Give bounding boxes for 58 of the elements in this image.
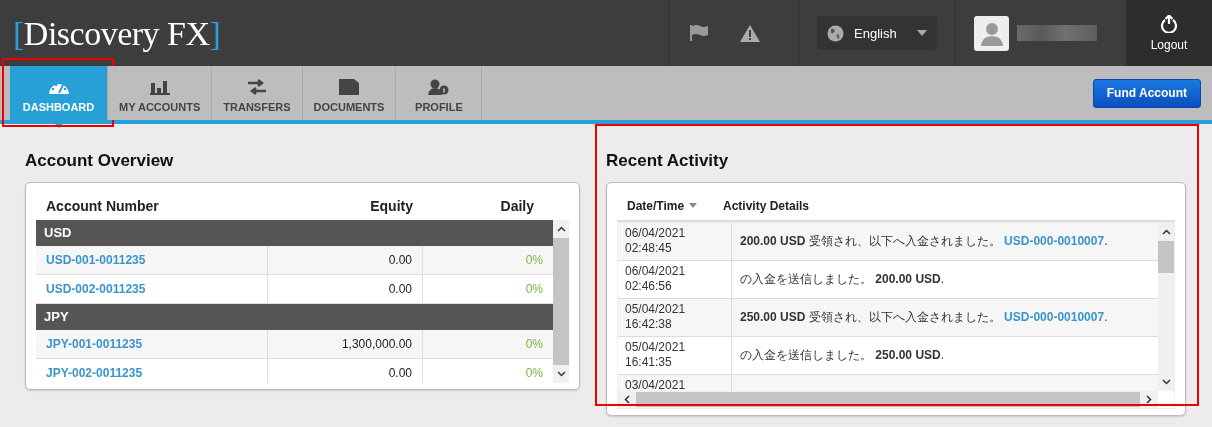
avatar-icon[interactable]: [974, 15, 1009, 51]
daily-cell-text: 0%: [524, 281, 544, 298]
equity-cell: 0.00: [268, 246, 423, 274]
column-header: Equity: [369, 197, 414, 214]
equity-cell: 1,300,000.00: [268, 330, 423, 358]
scrollbar-thumb[interactable]: [553, 237, 569, 366]
warning-icon[interactable]: [739, 23, 761, 43]
sort-caret-icon: [689, 203, 698, 208]
account-link[interactable]: USD-000-0010007: [1004, 310, 1105, 324]
daily-cell-text: 0%: [524, 365, 544, 382]
panel-title: Recent Activity: [606, 150, 730, 172]
activity-details: 200.00 USD 受領され、以下へ入金されました。 USD-000-0010007.: [740, 233, 1108, 250]
group-header: USD: [36, 220, 553, 246]
globe-icon: [827, 24, 844, 42]
date-time-cell: 05/04/2021 16:41:35: [625, 340, 686, 369]
vertical-scrollbar[interactable]: [553, 220, 569, 383]
fund-account-button[interactable]: Fund Account: [1092, 78, 1201, 108]
account-link[interactable]: USD-000-0010007: [1004, 234, 1105, 248]
column-header: Daily: [499, 197, 535, 214]
daily-cell-text: 0%: [524, 252, 544, 269]
equity-cell: 0.00: [268, 275, 423, 303]
panel-title: Account Overview: [25, 150, 175, 172]
column-header: Activity Details: [723, 198, 810, 213]
power-icon: [1160, 14, 1178, 33]
date-time-cell: 06/04/2021 02:46:56: [625, 264, 686, 293]
account-link[interactable]: USD-002-0011235: [46, 282, 146, 296]
flag-icon[interactable]: [689, 24, 709, 42]
account-link[interactable]: JPY-002-0011235: [46, 366, 143, 380]
vertical-scrollbar[interactable]: [1158, 223, 1174, 391]
logout-button[interactable]: Logout: [1126, 0, 1212, 66]
scroll-right-icon[interactable]: [1146, 395, 1152, 404]
arrows-icon: [246, 79, 267, 95]
caret-icon: [917, 30, 927, 36]
nav-tab[interactable]: DASHBOARD: [10, 66, 108, 120]
activity-details: 250.00 USD 受領され、以下へ入金されました。 USD-000-0010007.: [740, 309, 1108, 326]
sortable-column-header[interactable]: Date/Time: [617, 198, 723, 213]
document-icon: [338, 79, 359, 95]
account-link[interactable]: JPY-001-0011235: [46, 337, 143, 351]
equity-cell: 0.00: [268, 359, 423, 383]
logo: [Discovery FX]: [13, 14, 221, 54]
daily-cell-text: 0%: [524, 336, 544, 353]
activity-details: の入金を送信しました。 250.00 USD.: [740, 347, 945, 364]
scroll-left-icon[interactable]: [624, 395, 630, 404]
column-header: Account Number: [45, 197, 160, 214]
date-time-cell: 06/04/2021 02:48:45: [625, 226, 686, 255]
bar-chart-icon: [149, 79, 170, 95]
group-header: JPY: [36, 304, 553, 330]
scroll-up-icon[interactable]: [1161, 229, 1171, 235]
scroll-up-icon[interactable]: [556, 226, 566, 232]
account-link[interactable]: USD-001-0011235: [46, 253, 146, 267]
date-time-cell: 05/04/2021 16:42:38: [625, 302, 686, 331]
scroll-down-icon[interactable]: [556, 371, 566, 377]
date-time-cell: 03/04/2021: [625, 378, 686, 391]
scroll-down-icon[interactable]: [1161, 379, 1171, 385]
language-select[interactable]: English: [817, 16, 937, 50]
activity-details: の入金を送信しました。 200.00 USD.: [740, 271, 945, 288]
scrollbar-thumb[interactable]: [1158, 241, 1174, 273]
user-info-icon: [427, 79, 450, 95]
